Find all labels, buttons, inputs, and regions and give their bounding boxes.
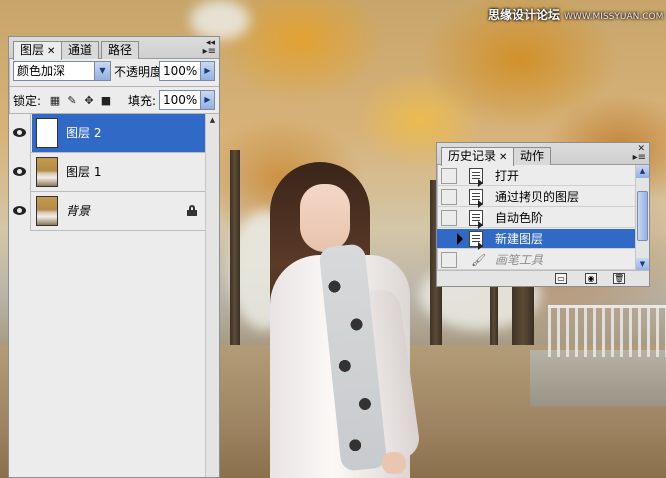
visibility-toggle[interactable]: [9, 192, 31, 231]
visibility-toggle[interactable]: [9, 153, 31, 192]
history-snapshot-source-box[interactable]: [441, 252, 457, 268]
layer-row-background[interactable]: 背景: [9, 192, 205, 231]
new-document-from-state-icon[interactable]: ▭: [555, 273, 567, 284]
history-snapshot-source-box[interactable]: [441, 231, 457, 247]
lock-label: 锁定:: [13, 94, 42, 108]
white-fence: [548, 305, 666, 357]
eye-icon: [13, 167, 26, 176]
fill-label: 填充:: [128, 94, 157, 108]
scroll-up-icon[interactable]: ▲: [636, 165, 649, 178]
eye-icon: [13, 128, 26, 137]
tab-layers[interactable]: 图层 ✕: [13, 41, 63, 60]
tab-paths[interactable]: 路径: [101, 41, 140, 59]
camera-snapshot-icon[interactable]: ◉: [585, 273, 597, 284]
tab-channels[interactable]: 通道: [61, 41, 100, 59]
lock-position-move-icon[interactable]: ✥: [82, 94, 96, 108]
document-icon: [469, 210, 483, 229]
tab-actions-label: 动作: [520, 149, 545, 163]
layer-body[interactable]: 图层 2: [32, 114, 205, 152]
layer-thumbnail: [36, 157, 58, 187]
eye-icon: [13, 206, 26, 215]
document-icon: [469, 231, 483, 250]
opacity-input[interactable]: 100% ▶: [159, 61, 215, 81]
close-icon[interactable]: ✕: [47, 46, 55, 57]
scroll-thumb[interactable]: [637, 191, 648, 241]
layer-row-layer-1[interactable]: 图层 1: [9, 153, 205, 192]
document-icon: [469, 189, 483, 208]
history-item-auto-levels[interactable]: 自动色阶: [437, 208, 635, 229]
history-snapshot-source-box[interactable]: [441, 168, 457, 184]
history-item-label: 打开: [495, 169, 520, 183]
chevron-right-icon[interactable]: ▶: [200, 91, 214, 109]
layer-row-layer-2[interactable]: 图层 2: [9, 114, 205, 153]
scroll-up-icon[interactable]: ▲: [206, 114, 219, 127]
history-item-label: 通过拷贝的图层: [495, 190, 580, 204]
layer-body[interactable]: 背景: [32, 192, 205, 230]
tab-layers-label: 图层: [20, 43, 45, 57]
layers-palette: 图层 ✕ 通道 路径 ◂◂ ▸≡ 颜色加深 ▼ 不透明度: 100% ▶ 锁定: …: [8, 36, 220, 478]
history-footer: ▭ ◉ 🗑: [437, 270, 649, 286]
palette-menu-icon[interactable]: ▸≡: [633, 153, 646, 163]
history-item-label: 新建图层: [495, 232, 544, 246]
girl-face: [300, 184, 350, 252]
lock-image-brush-icon[interactable]: ✎: [65, 94, 79, 108]
tab-history-label: 历史记录: [448, 149, 497, 163]
watermark-en: WWW.MISSYUAN.COM: [564, 12, 664, 22]
chevron-right-icon[interactable]: ▶: [200, 62, 214, 80]
tab-paths-label: 路径: [108, 43, 133, 57]
history-snapshot-source-box[interactable]: [441, 210, 457, 226]
girl-hand: [382, 452, 406, 474]
blend-mode-value: 颜色加深: [17, 64, 66, 78]
layers-tabbar: 图层 ✕ 通道 路径 ◂◂ ▸≡: [9, 37, 219, 60]
blend-mode-select[interactable]: 颜色加深 ▼: [13, 61, 111, 81]
layer-thumbnail: [36, 118, 58, 148]
sky-patch: [190, 0, 250, 40]
tab-history[interactable]: 历史记录 ✕: [441, 147, 515, 166]
opacity-value: 100%: [163, 64, 198, 78]
lock-icon: [187, 205, 197, 216]
visibility-toggle[interactable]: [9, 114, 31, 153]
document-icon: [469, 168, 483, 187]
tab-channels-label: 通道: [68, 43, 93, 57]
brush-icon: 🖌: [471, 253, 487, 267]
tree-trunk: [230, 150, 240, 350]
site-watermark: 思缘设计论坛 WWW.MISSYUAN.COM: [488, 6, 664, 26]
divider: [9, 86, 219, 87]
layer-name: 背景: [66, 204, 91, 218]
chevron-down-icon[interactable]: ▼: [94, 62, 110, 80]
stone-wall: [530, 350, 666, 406]
history-tabbar: 历史记录 ✕ 动作 ✕ ▸≡: [437, 143, 649, 166]
history-item-label: 画笔工具: [495, 253, 544, 267]
lock-all-icon[interactable]: ■: [99, 94, 113, 108]
trash-icon[interactable]: 🗑: [613, 273, 625, 284]
lock-transparent-icon[interactable]: ▦: [48, 94, 62, 108]
history-item-brush-tool[interactable]: 🖌 画笔工具: [437, 250, 635, 270]
fill-value: 100%: [163, 93, 198, 107]
layer-name: 图层 2: [66, 126, 102, 140]
history-item-new-layer[interactable]: 新建图层: [437, 229, 635, 250]
tree-trunk: [490, 280, 498, 350]
history-scrollbar[interactable]: ▲ ▼: [635, 165, 649, 271]
watermark-cn: 思缘设计论坛: [488, 8, 561, 22]
palette-menu-icon[interactable]: ▸≡: [203, 47, 216, 57]
history-item-label: 自动色阶: [495, 211, 544, 225]
history-item-open[interactable]: 打开: [437, 166, 635, 187]
history-state-arrow-icon: [457, 233, 463, 245]
history-item-layer-via-copy[interactable]: 通过拷贝的图层: [437, 187, 635, 208]
layer-name: 图层 1: [66, 165, 102, 179]
layer-thumbnail: [36, 196, 58, 226]
fill-input[interactable]: 100% ▶: [159, 90, 215, 110]
tab-actions[interactable]: 动作: [513, 147, 552, 165]
layer-body[interactable]: 图层 1: [32, 153, 205, 191]
history-snapshot-source-box[interactable]: [441, 189, 457, 205]
layers-scrollbar[interactable]: ▲: [205, 114, 219, 477]
history-palette: 历史记录 ✕ 动作 ✕ ▸≡ 打开 通过拷贝的图层 自动色阶 新建图层 🖌 画笔工…: [436, 142, 650, 287]
close-icon[interactable]: ✕: [499, 152, 507, 163]
